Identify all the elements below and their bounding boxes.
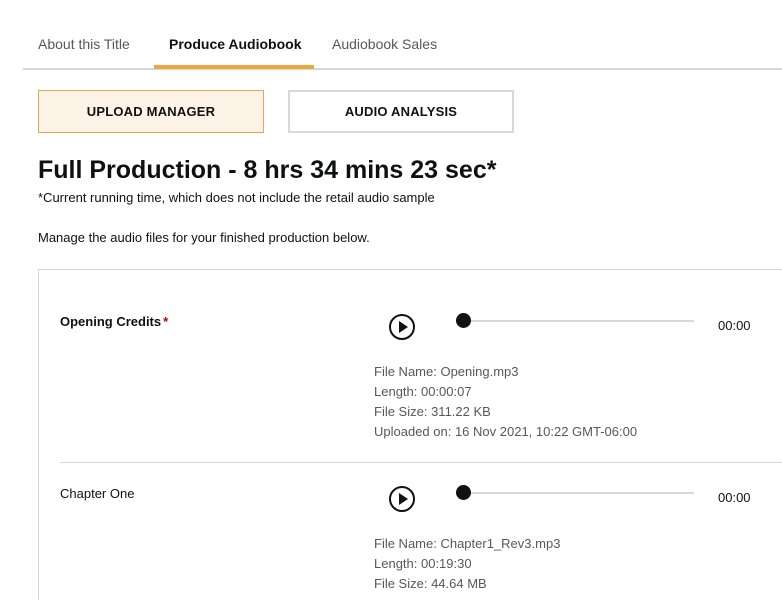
track-title: Opening Credits * [60,314,168,329]
file-name: File Name: Opening.mp3 [374,364,519,379]
file-name: File Name: Chapter1_Rev3.mp3 [374,536,561,551]
upload-manager-button[interactable]: UPLOAD MANAGER [38,90,264,133]
manage-instructions: Manage the audio files for your finished… [38,230,370,245]
play-icon[interactable] [389,486,415,512]
tab-bar: About this Title Produce Audiobook Audio… [23,0,782,70]
file-size: File Size: 311.22 KB [374,404,491,419]
tab-audiobook-sales[interactable]: Audiobook Sales [332,36,437,52]
playback-time: 00:00 [718,490,751,505]
running-time-note: *Current running time, which does not in… [38,190,435,205]
file-size: File Size: 44.64 MB [374,576,487,591]
tab-about-this-title[interactable]: About this Title [38,36,130,52]
required-marker: * [163,314,169,329]
playback-slider-track[interactable] [463,320,694,322]
file-length: Length: 00:19:30 [374,556,472,571]
upload-date: Uploaded on: 16 Nov 2021, 10:22 GMT-06:0… [374,424,638,439]
track-metadata: File Name: Opening.mp3 Length: 00:00:07 … [374,362,637,442]
playback-time: 00:00 [718,318,751,333]
playback-slider-knob[interactable] [456,485,471,500]
track-name: Opening Credits [60,314,162,329]
track-divider [60,462,782,463]
track-name: Chapter One [60,486,135,501]
play-icon[interactable] [389,314,415,340]
tab-produce-audiobook[interactable]: Produce Audiobook [169,36,301,52]
audio-analysis-button[interactable]: AUDIO ANALYSIS [288,90,514,133]
file-length: Length: 00:00:07 [374,384,472,399]
playback-slider-track[interactable] [463,492,694,494]
playback-slider-knob[interactable] [456,313,471,328]
page-title: Full Production - 8 hrs 34 mins 23 sec* [38,156,497,184]
active-tab-indicator [154,65,314,69]
track-metadata: File Name: Chapter1_Rev3.mp3 Length: 00:… [374,534,560,594]
